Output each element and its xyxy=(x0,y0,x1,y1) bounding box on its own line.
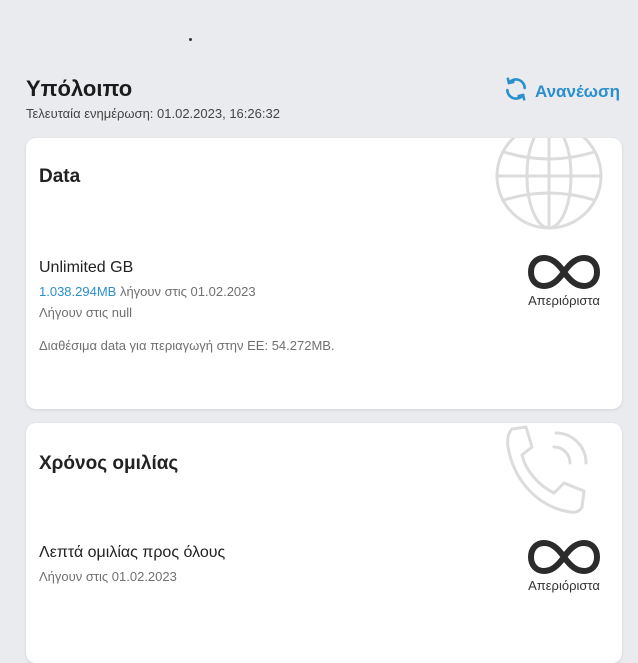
data-card[interactable]: Data Unlimited GB 1.038.294MB λήγουν στι… xyxy=(26,138,622,409)
refresh-label: Ανανέωση xyxy=(534,81,620,101)
data-amount-line: 1.038.294MB λήγουν στις 01.02.2023 xyxy=(39,284,256,299)
last-update-text: Τελευταία ενημέρωση: 01.02.2023, 16:26:3… xyxy=(26,106,280,121)
voice-expiry: Λήγουν στις 01.02.2023 xyxy=(39,569,177,584)
data-plan-name: Unlimited GB xyxy=(39,259,134,276)
data-roaming-text: Διαθέσιμα data για περιαγωγή στην ΕΕ: 54… xyxy=(39,338,335,353)
page-title: Υπόλοιπο xyxy=(26,76,133,101)
infinity-icon xyxy=(527,254,601,290)
data-expiry-null: Λήγουν στις null xyxy=(39,305,133,320)
data-amount: 1.038.294MB xyxy=(39,284,117,299)
phone-icon xyxy=(506,425,588,514)
data-unlimited-label: Απεριόριστα xyxy=(528,293,600,308)
data-card-title: Data xyxy=(39,166,81,187)
status-dot xyxy=(189,38,192,41)
voice-unlimited-badge: Απεριόριστα xyxy=(518,539,610,593)
globe-icon xyxy=(495,138,603,230)
refresh-button[interactable]: Ανανέωση xyxy=(503,76,620,107)
refresh-icon xyxy=(503,76,529,107)
voice-unlimited-label: Απεριόριστα xyxy=(528,578,600,593)
voice-card[interactable]: Χρόνος ομιλίας Λεπτά ομιλίας προς όλους … xyxy=(26,423,622,663)
data-unlimited-badge: Απεριόριστα xyxy=(518,254,610,308)
balance-header: Υπόλοιπο Τελευταία ενημέρωση: 01.02.2023… xyxy=(26,74,620,126)
infinity-icon xyxy=(527,539,601,575)
voice-plan-name: Λεπτά ομιλίας προς όλους xyxy=(39,544,226,561)
data-expiry: λήγουν στις 01.02.2023 xyxy=(116,284,256,299)
voice-card-title: Χρόνος ομιλίας xyxy=(39,453,179,474)
